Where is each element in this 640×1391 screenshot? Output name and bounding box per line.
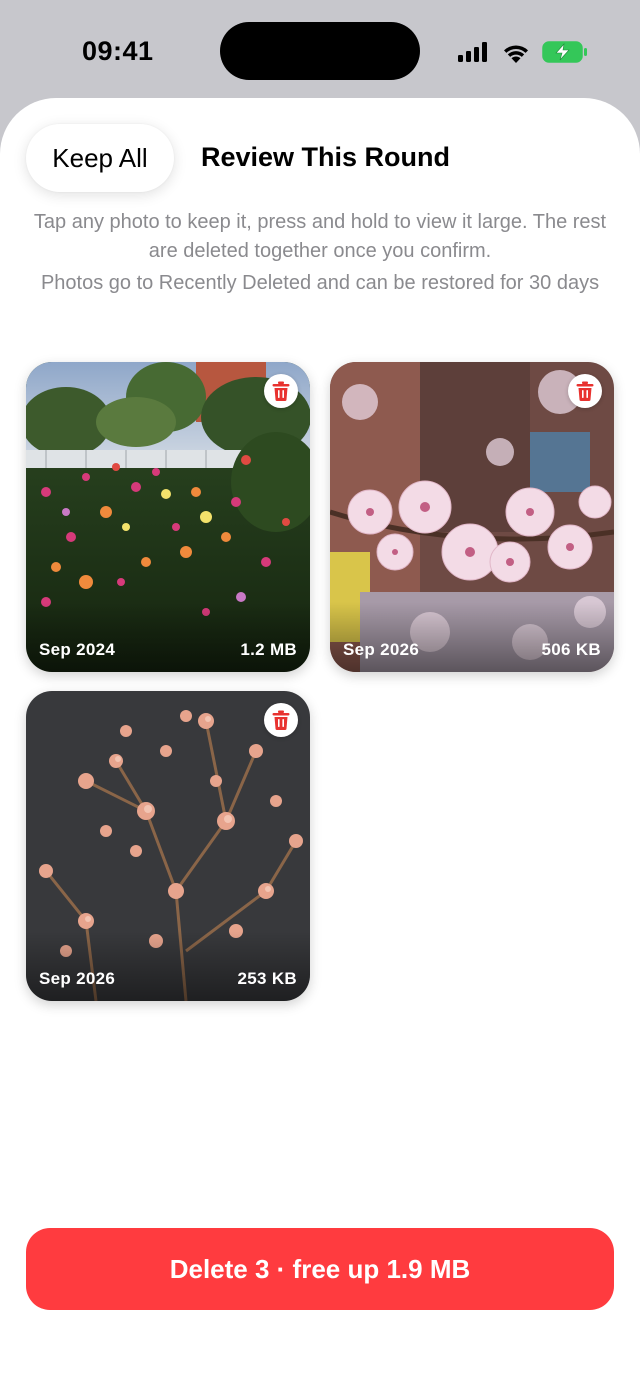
photo-card[interactable]: Sep 2026 253 KB xyxy=(26,691,310,1001)
photo-card[interactable]: Sep 2024 1.2 MB xyxy=(26,362,310,672)
instructions-text: Tap any photo to keep it, press and hold… xyxy=(33,211,607,262)
photo-date: Sep 2026 xyxy=(39,969,116,988)
trash-icon xyxy=(272,381,290,401)
photo-size: 1.2 MB xyxy=(240,640,297,659)
dynamic-island xyxy=(220,22,420,80)
restore-note: Photos go to Recently Deleted and can be… xyxy=(40,272,600,294)
battery-charging-icon xyxy=(542,41,587,63)
keep-all-button[interactable]: Keep All xyxy=(26,124,174,192)
delete-marker-button[interactable] xyxy=(264,703,298,737)
delete-marker-button[interactable] xyxy=(264,374,298,408)
delete-marker-button[interactable] xyxy=(568,374,602,408)
delete-confirm-button[interactable]: Delete 3 · free up 1.9 MB xyxy=(26,1228,614,1310)
trash-icon xyxy=(576,381,594,401)
photo-size: 253 KB xyxy=(237,969,297,988)
review-sheet: Keep All Review This Round Tap any photo… xyxy=(0,98,640,1391)
photo-size: 506 KB xyxy=(541,640,601,659)
trash-icon xyxy=(272,710,290,730)
page-title: Review This Round xyxy=(201,142,451,172)
cellular-signal-icon xyxy=(458,42,487,62)
status-time: 09:41 xyxy=(82,36,154,66)
status-icons xyxy=(458,38,588,66)
instructions: Tap any photo to keep it, press and hold… xyxy=(20,208,620,298)
photo-date: Sep 2024 xyxy=(39,640,116,659)
status-bar: 09:41 xyxy=(0,0,640,100)
photo-date: Sep 2026 xyxy=(343,640,420,659)
wifi-icon xyxy=(504,45,528,63)
photo-card[interactable]: Sep 2026 506 KB xyxy=(330,362,614,672)
